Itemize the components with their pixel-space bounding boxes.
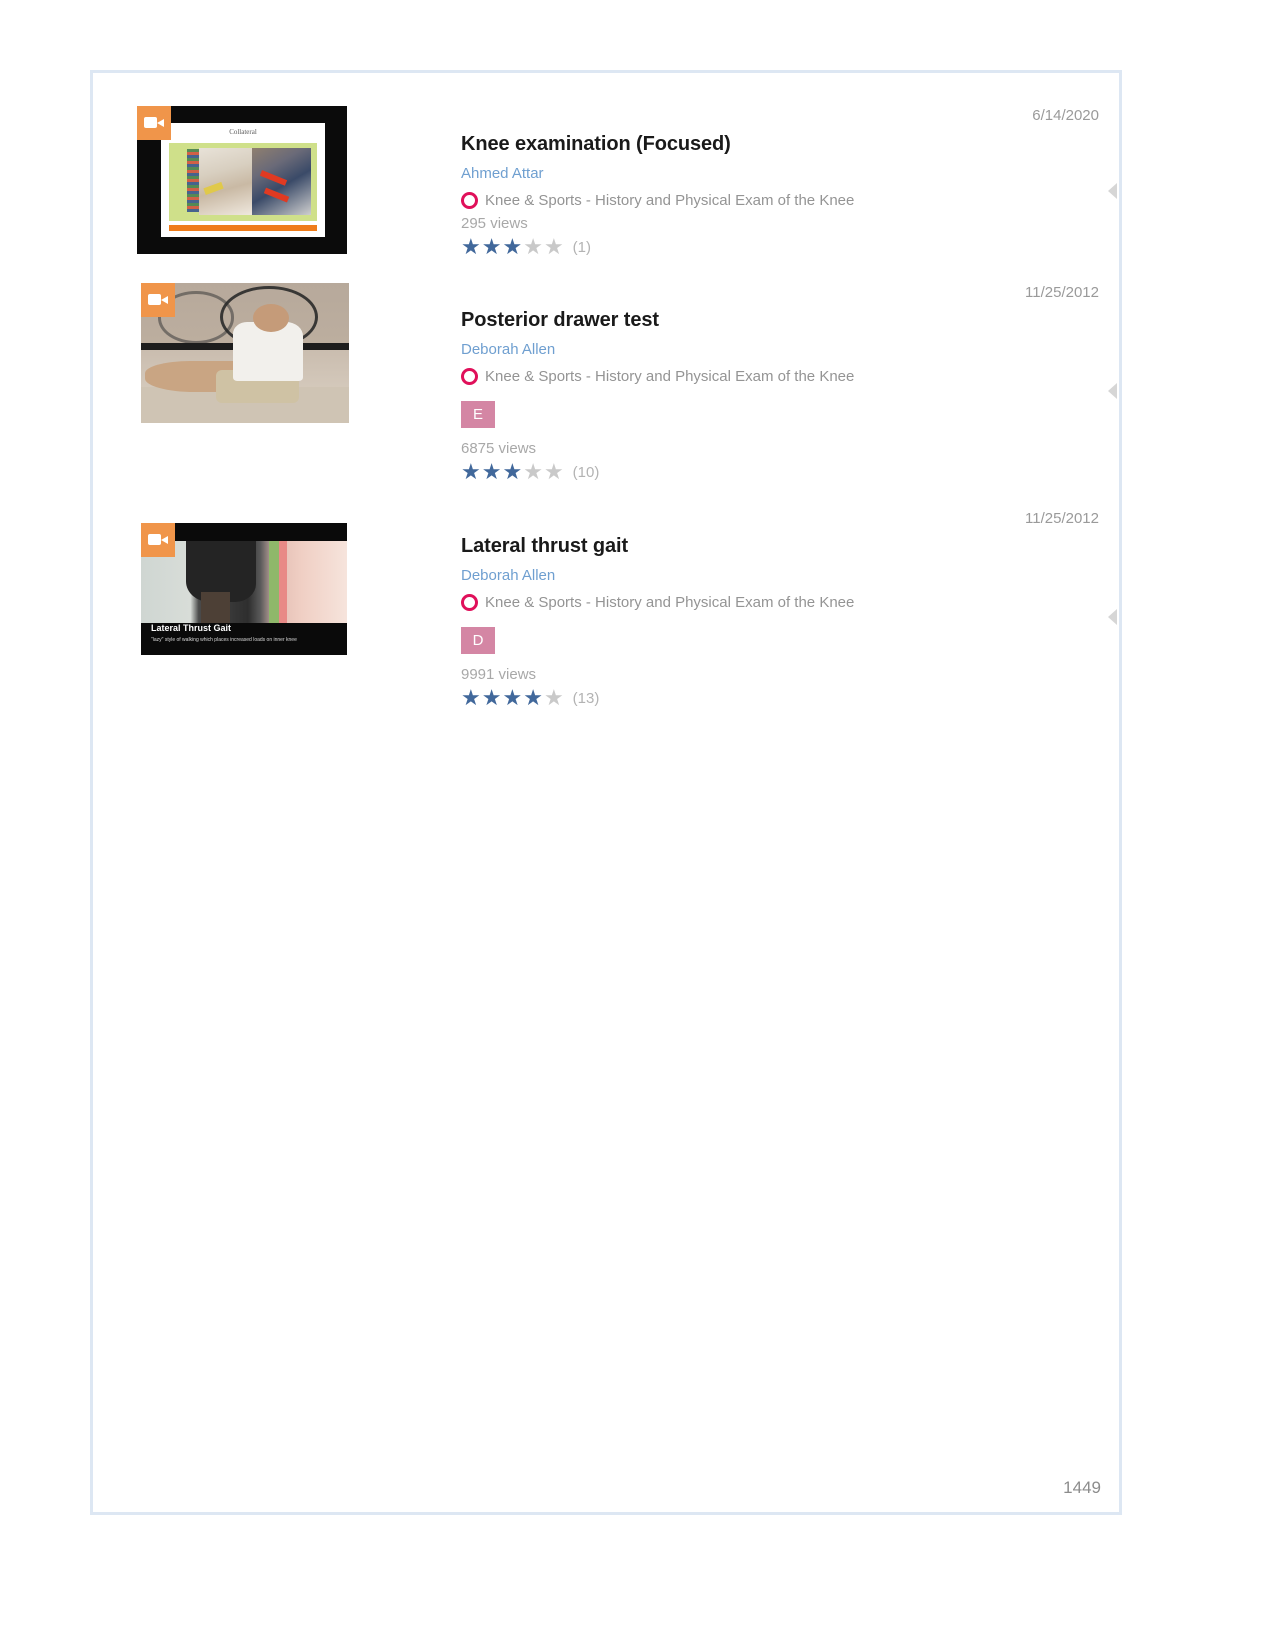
result-views: 9991 views — [461, 666, 537, 683]
star-icon[interactable]: ★ — [461, 461, 481, 483]
page-number: 1449 — [1063, 1478, 1101, 1497]
thumbnail-caption: Lateral Thrust Gait — [151, 623, 232, 633]
star-icon[interactable]: ★ — [544, 461, 564, 483]
collapse-arrow-icon[interactable] — [1108, 383, 1117, 399]
result-views: 6875 views — [461, 440, 537, 457]
result-details: Posterior drawer test Deborah Allen Knee… — [461, 309, 854, 483]
result-course[interactable]: Knee & Sports - History and Physical Exa… — [461, 192, 854, 209]
result-date: 11/25/2012 — [1025, 510, 1099, 527]
result-course[interactable]: Knee & Sports - History and Physical Exa… — [461, 368, 854, 385]
result-author[interactable]: Ahmed Attar — [461, 165, 854, 182]
ring-icon — [461, 368, 478, 385]
slide-photo-left — [198, 147, 252, 215]
star-icon[interactable]: ★ — [482, 687, 502, 709]
result-thumbnail[interactable]: Lateral Thrust Gait "lazy" style of walk… — [141, 523, 347, 655]
collapse-arrow-icon[interactable] — [1108, 609, 1117, 625]
result-rating[interactable]: ★ ★ ★ ★ ★ (13) — [461, 687, 854, 709]
slide-photo-right — [251, 147, 312, 215]
star-icon[interactable]: ★ — [482, 236, 502, 258]
star-icon[interactable]: ★ — [502, 236, 522, 258]
search-results-list: 6/14/2020 Collateral Knee examination (F… — [93, 73, 1119, 1512]
slide-title: Collateral — [229, 128, 257, 136]
rating-count: (10) — [572, 463, 600, 481]
result-rating[interactable]: ★ ★ ★ ★ ★ (10) — [461, 461, 854, 483]
result-course[interactable]: Knee & Sports - History and Physical Exa… — [461, 594, 854, 611]
result-item[interactable]: 6/14/2020 Collateral Knee examination (F… — [93, 73, 1119, 273]
star-icon[interactable]: ★ — [461, 687, 481, 709]
rating-count: (13) — [572, 689, 600, 707]
star-icon[interactable]: ★ — [502, 687, 522, 709]
star-icon[interactable]: ★ — [523, 461, 543, 483]
result-title[interactable]: Posterior drawer test — [461, 309, 854, 332]
result-views: 295 views — [461, 215, 528, 232]
result-item[interactable]: 11/25/2012 Lateral Thrust Gait "lazy" st… — [93, 499, 1119, 729]
ring-icon — [461, 594, 478, 611]
result-item[interactable]: 11/25/2012 Posterior drawer test Deborah… — [93, 273, 1119, 499]
video-camera-icon — [141, 523, 175, 557]
result-thumbnail[interactable] — [141, 283, 349, 423]
star-icon[interactable]: ★ — [461, 236, 481, 258]
thumbnail-subcaption: "lazy" style of walking which places inc… — [151, 637, 297, 643]
video-camera-icon — [141, 283, 175, 317]
star-icon[interactable]: ★ — [482, 461, 502, 483]
star-icon[interactable]: ★ — [523, 687, 543, 709]
result-course-label: Knee & Sports - History and Physical Exa… — [485, 192, 855, 209]
slide-surface: Collateral — [161, 123, 325, 237]
video-camera-icon — [137, 106, 171, 140]
slide-body — [169, 143, 317, 221]
result-title[interactable]: Lateral thrust gait — [461, 535, 854, 558]
result-date: 6/14/2020 — [1032, 107, 1099, 124]
result-date: 11/25/2012 — [1025, 284, 1099, 301]
collapse-arrow-icon[interactable] — [1108, 183, 1117, 199]
star-icon[interactable]: ★ — [523, 236, 543, 258]
ring-icon — [461, 192, 478, 209]
result-details: Lateral thrust gait Deborah Allen Knee &… — [461, 535, 854, 709]
wall-stripe-pink — [279, 541, 288, 624]
slide-accent-bar — [169, 225, 317, 231]
wall-stripe-green — [268, 541, 280, 624]
result-rating[interactable]: ★ ★ ★ ★ ★ (1) — [461, 236, 854, 258]
result-details: Knee examination (Focused) Ahmed Attar K… — [461, 133, 854, 258]
results-page-frame: 6/14/2020 Collateral Knee examination (F… — [90, 70, 1122, 1515]
result-title[interactable]: Knee examination (Focused) — [461, 133, 854, 156]
clinician-head — [253, 304, 289, 332]
star-icon[interactable]: ★ — [544, 687, 564, 709]
rating-count: (1) — [572, 238, 592, 256]
result-thumbnail[interactable]: Collateral — [137, 106, 347, 254]
result-chip[interactable]: D — [461, 627, 495, 654]
star-icon[interactable]: ★ — [544, 236, 564, 258]
result-chip[interactable]: E — [461, 401, 495, 428]
result-course-label: Knee & Sports - History and Physical Exa… — [485, 368, 855, 385]
result-author[interactable]: Deborah Allen — [461, 567, 854, 584]
subject-calf — [200, 592, 230, 624]
result-author[interactable]: Deborah Allen — [461, 341, 854, 358]
star-icon[interactable]: ★ — [502, 461, 522, 483]
result-course-label: Knee & Sports - History and Physical Exa… — [485, 594, 855, 611]
